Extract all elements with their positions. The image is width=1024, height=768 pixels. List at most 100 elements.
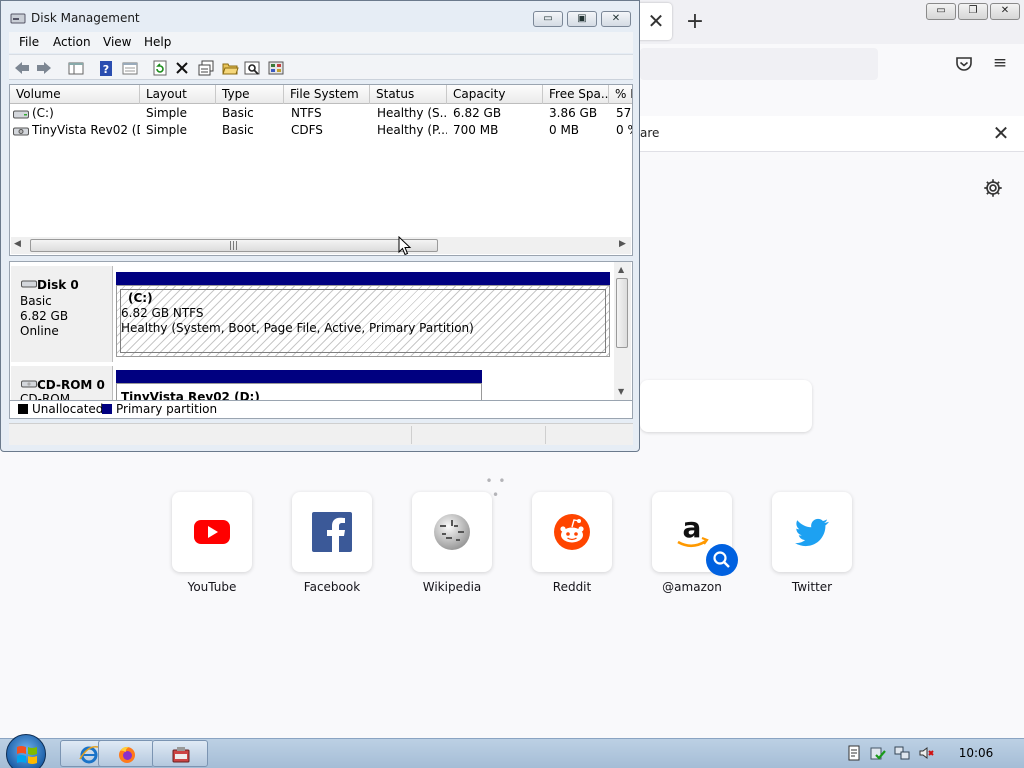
scroll-thumb[interactable] bbox=[616, 278, 628, 348]
refresh-icon[interactable] bbox=[151, 59, 169, 77]
drive-icon bbox=[21, 278, 37, 290]
cdrom-0-label[interactable]: CD-ROM 0 CD-ROM bbox=[11, 366, 113, 400]
site-tile[interactable] bbox=[172, 492, 252, 572]
site-label: Wikipedia bbox=[422, 580, 482, 594]
disk-type: Basic bbox=[20, 294, 52, 308]
scroll-right-icon[interactable]: ▶ bbox=[619, 239, 626, 249]
clock[interactable]: 10:06 bbox=[946, 746, 1006, 760]
site-tile[interactable] bbox=[412, 492, 492, 572]
twitter-icon bbox=[795, 518, 829, 547]
site-tile[interactable] bbox=[532, 492, 612, 572]
scroll-thumb[interactable]: ||| bbox=[30, 239, 438, 252]
facebook-icon bbox=[312, 512, 352, 552]
legend-label: Unallocated bbox=[32, 402, 104, 416]
table-row[interactable]: (C:) Simple Basic NTFS Healthy (S... 6.8… bbox=[10, 105, 632, 122]
open-icon[interactable] bbox=[221, 59, 239, 77]
disk-0-label[interactable]: Disk 0 Basic 6.82 GB Online bbox=[11, 266, 113, 362]
forward-icon[interactable] bbox=[35, 59, 53, 77]
shortcuts-handle[interactable]: • • • bbox=[484, 474, 508, 502]
table-row[interactable]: TinyVista Rev02 (D:) Simple Basic CDFS H… bbox=[10, 122, 632, 139]
url-bar[interactable] bbox=[640, 48, 878, 80]
site-label: Reddit bbox=[552, 580, 592, 594]
top-site-twitter[interactable]: Twitter bbox=[772, 492, 852, 596]
notification-close-icon[interactable]: ✕ bbox=[988, 120, 1014, 146]
scroll-left-icon[interactable]: ◀ bbox=[14, 239, 21, 249]
maximize-button[interactable]: ▣ bbox=[567, 11, 597, 27]
security-check-icon[interactable] bbox=[870, 745, 886, 761]
column-layout[interactable]: Layout bbox=[140, 85, 216, 104]
legend-swatch-primary bbox=[102, 404, 112, 414]
top-site-amazon[interactable]: a @amazon bbox=[652, 492, 738, 596]
properties-icon[interactable] bbox=[197, 59, 215, 77]
volume-muted-icon[interactable] bbox=[918, 745, 934, 761]
explore-icon[interactable] bbox=[243, 59, 261, 77]
tab-close-icon[interactable]: ✕ bbox=[647, 10, 665, 32]
legend-label: Primary partition bbox=[116, 402, 218, 416]
start-button[interactable] bbox=[6, 734, 46, 768]
column-status[interactable]: Status bbox=[370, 85, 447, 104]
menu-action[interactable]: Action bbox=[53, 35, 91, 49]
delete-icon[interactable] bbox=[173, 59, 191, 77]
menu-file[interactable]: File bbox=[19, 35, 39, 49]
help-topics-icon[interactable] bbox=[267, 59, 285, 77]
disk-graphical-view[interactable]: Disk 0 Basic 6.82 GB Online (C:) 6.82 GB… bbox=[9, 261, 633, 401]
wikipedia-icon bbox=[434, 514, 470, 550]
top-site-facebook[interactable]: Facebook bbox=[292, 492, 372, 596]
site-label: YouTube bbox=[187, 580, 237, 594]
toolbar: ? bbox=[9, 54, 633, 80]
gear-icon[interactable] bbox=[982, 177, 1004, 199]
minimize-button[interactable]: ▭ bbox=[533, 11, 563, 27]
volume-file-system: CDFS bbox=[291, 123, 323, 137]
drive-icon bbox=[13, 108, 29, 120]
pocket-icon[interactable] bbox=[954, 54, 974, 74]
search-icon[interactable] bbox=[706, 544, 738, 576]
horizontal-scrollbar[interactable]: ◀ ||| ▶ bbox=[11, 237, 631, 254]
search-card[interactable] bbox=[640, 380, 812, 432]
partition-name: TinyVista Rev02 (D:) bbox=[121, 390, 260, 401]
column-capacity[interactable]: Capacity bbox=[447, 85, 543, 104]
scroll-up-icon[interactable]: ▲ bbox=[618, 265, 624, 274]
new-tab-button[interactable]: + bbox=[683, 10, 707, 34]
partition-bar bbox=[116, 272, 610, 285]
firefox-close-button[interactable]: ✕ bbox=[990, 3, 1020, 20]
properties-view-icon[interactable] bbox=[121, 59, 139, 77]
menu-view[interactable]: View bbox=[103, 35, 131, 49]
volume-list[interactable]: Volume Layout Type File System Status Ca… bbox=[9, 84, 633, 256]
scroll-down-icon[interactable]: ▼ bbox=[618, 387, 624, 396]
column-volume[interactable]: Volume bbox=[10, 85, 140, 104]
close-button[interactable]: ✕ bbox=[601, 11, 631, 27]
column-percent-free[interactable]: % F bbox=[609, 85, 632, 104]
column-file-system[interactable]: File System bbox=[284, 85, 370, 104]
action-center-icon[interactable] bbox=[846, 745, 862, 761]
partition-c[interactable]: (C:) 6.82 GB NTFS Healthy (System, Boot,… bbox=[116, 285, 610, 357]
help-icon[interactable]: ? bbox=[97, 59, 115, 77]
taskbar-firefox[interactable] bbox=[98, 740, 154, 767]
volume-free-space: 3.86 GB bbox=[549, 106, 598, 120]
partition-status: Healthy (System, Boot, Page File, Active… bbox=[121, 321, 474, 335]
vertical-scrollbar[interactable]: ▲ ▼ bbox=[614, 262, 631, 400]
site-tile[interactable] bbox=[772, 492, 852, 572]
partition-d[interactable]: TinyVista Rev02 (D:) bbox=[116, 383, 482, 401]
network-icon[interactable] bbox=[894, 745, 910, 761]
firefox-restore-button[interactable]: ❐ bbox=[958, 3, 988, 20]
disk-size: 6.82 GB bbox=[20, 309, 69, 323]
cdrom-icon bbox=[21, 378, 37, 390]
disk-name: Disk 0 bbox=[37, 278, 79, 292]
top-site-youtube[interactable]: YouTube bbox=[172, 492, 252, 596]
back-icon[interactable] bbox=[13, 59, 31, 77]
top-site-wikipedia[interactable]: Wikipedia bbox=[412, 492, 492, 596]
show-hide-tree-icon[interactable] bbox=[67, 59, 85, 77]
column-free-space[interactable]: Free Spa... bbox=[543, 85, 609, 104]
scroll-grip: ||| bbox=[229, 241, 239, 251]
youtube-icon bbox=[194, 520, 230, 544]
taskbar-disk-management[interactable] bbox=[152, 740, 208, 767]
volume-percent-free: 57 bbox=[616, 106, 632, 120]
status-separator bbox=[411, 426, 412, 444]
column-type[interactable]: Type bbox=[216, 85, 284, 104]
volume-type: Basic bbox=[222, 106, 254, 120]
site-tile[interactable] bbox=[292, 492, 372, 572]
app-menu-button[interactable]: ≡ bbox=[990, 53, 1010, 73]
menu-help[interactable]: Help bbox=[144, 35, 171, 49]
top-site-reddit[interactable]: Reddit bbox=[532, 492, 612, 596]
firefox-minimize-button[interactable]: ▭ bbox=[926, 3, 956, 20]
